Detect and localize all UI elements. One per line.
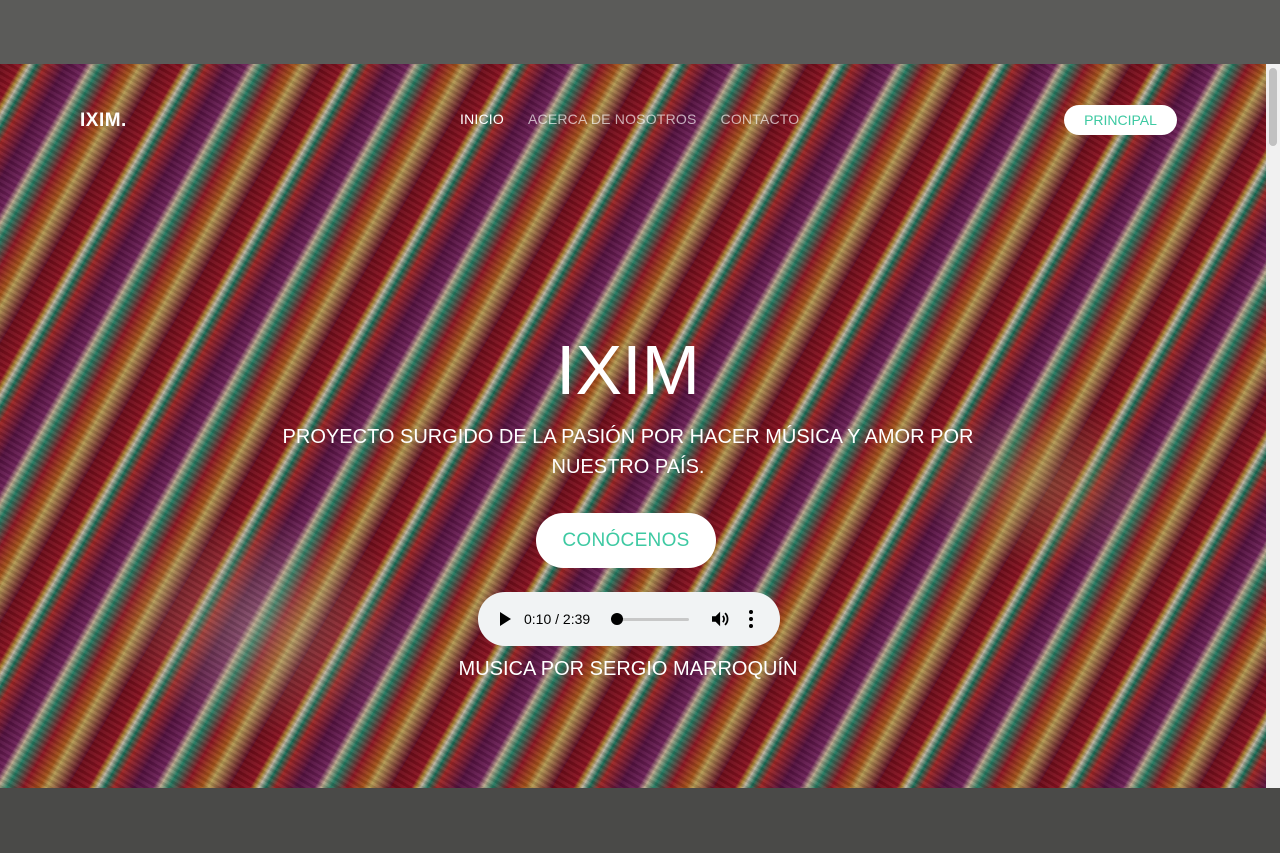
top-nav: IXIM. INICIO ACERCA DE NOSOTROS CONTACTO… xyxy=(0,64,1266,174)
brand-logo[interactable]: IXIM. xyxy=(80,110,127,132)
bottom-backdrop xyxy=(0,788,1280,853)
nav-menu: INICIO ACERCA DE NOSOTROS CONTACTO xyxy=(460,111,799,127)
scrollbar-thumb[interactable] xyxy=(1269,68,1277,146)
conocenos-button[interactable]: CONÓCENOS xyxy=(536,513,716,568)
audio-player[interactable]: 0:10 / 2:39 xyxy=(478,592,780,646)
nav-link-inicio[interactable]: INICIO xyxy=(460,111,504,127)
volume-icon[interactable] xyxy=(710,610,732,628)
nav-link-acerca[interactable]: ACERCA DE NOSOTROS xyxy=(528,111,697,127)
play-icon[interactable] xyxy=(500,612,511,626)
nav-link-contacto[interactable]: CONTACTO xyxy=(721,111,800,127)
hero-subtitle: PROYECTO SURGIDO DE LA PASIÓN POR HACER … xyxy=(282,426,974,478)
audio-progress-track[interactable] xyxy=(612,618,689,621)
audio-progress-knob[interactable] xyxy=(610,613,623,625)
music-credit: MUSICA POR SERGIO MARROQUÍN xyxy=(458,658,798,680)
principal-button[interactable]: PRINCIPAL xyxy=(1064,105,1177,135)
more-options-icon[interactable] xyxy=(748,610,754,628)
audio-time: 0:10 / 2:39 xyxy=(524,611,591,627)
hero-title: IXIM xyxy=(556,331,700,409)
top-backdrop xyxy=(0,0,1280,64)
hero-section: IXIM. INICIO ACERCA DE NOSOTROS CONTACTO… xyxy=(0,64,1266,788)
page-scrollbar[interactable] xyxy=(1266,64,1280,788)
